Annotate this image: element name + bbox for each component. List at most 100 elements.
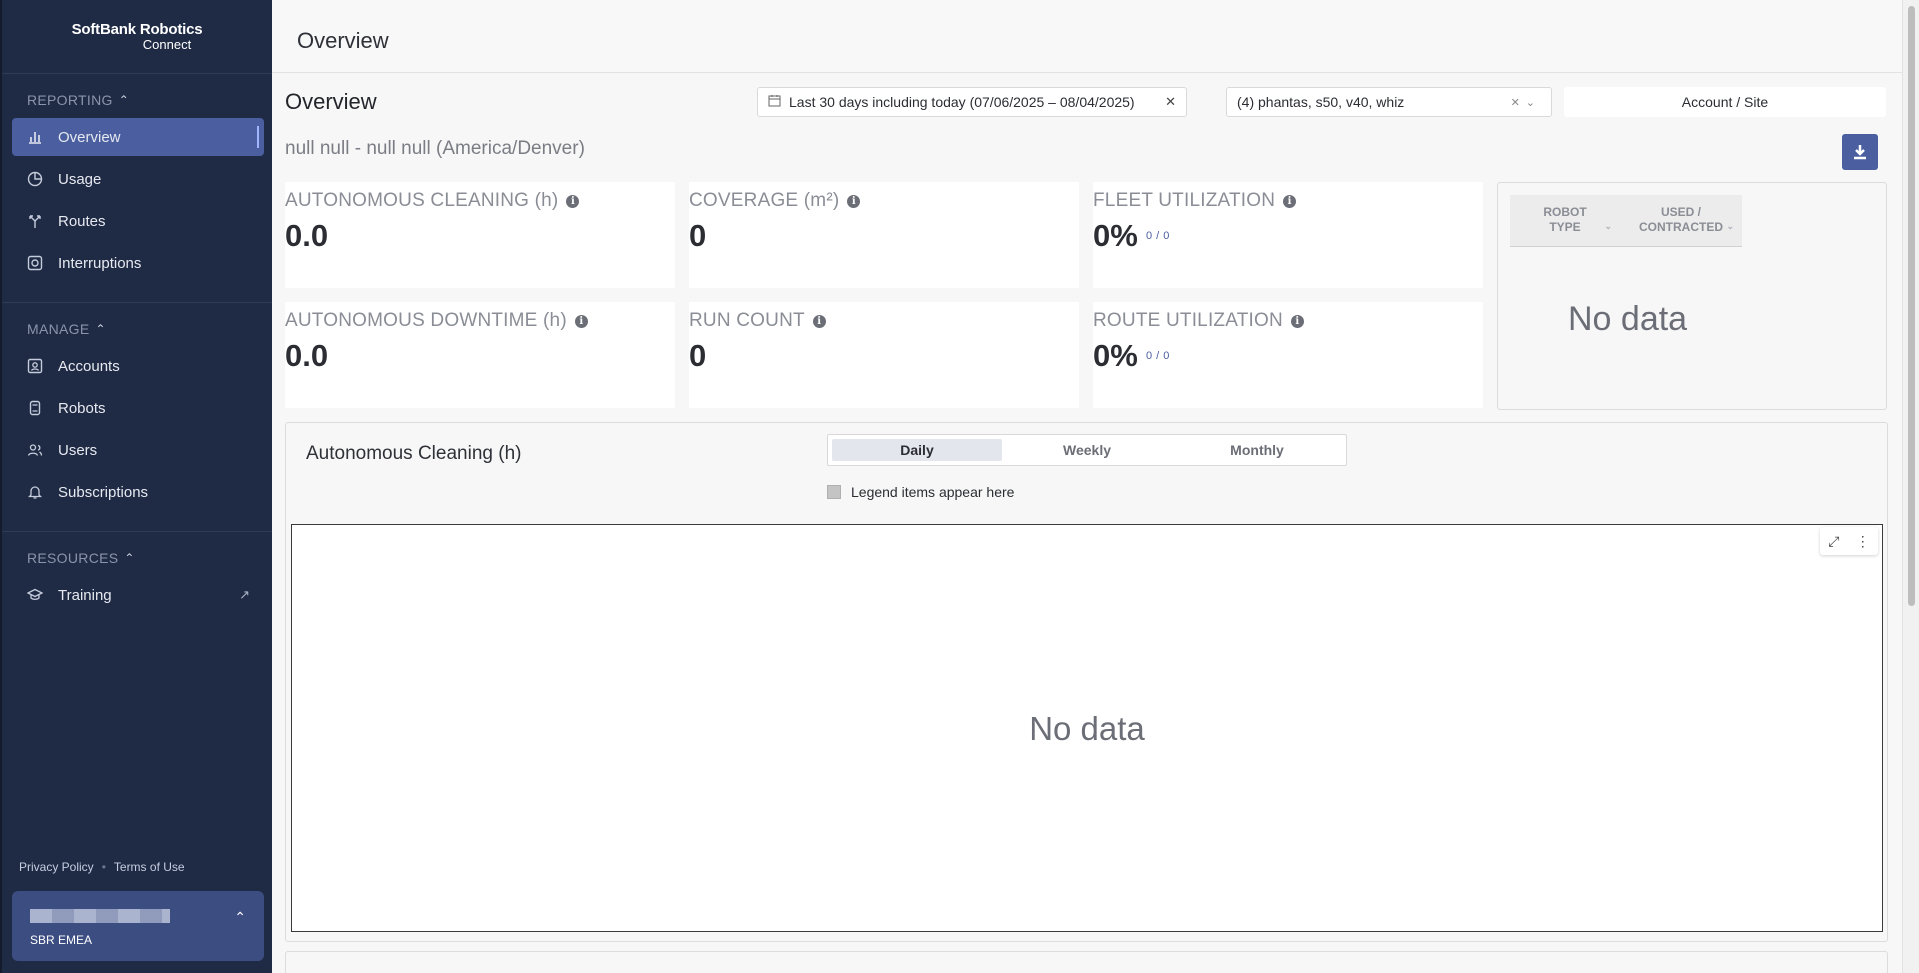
robot-contract-table: ROBOT TYPE ⌄ USED / CONTRACTED ⌄ No data [1497, 182, 1887, 410]
kpi-route-utilization: ROUTE UTILIZATION i 0% 0 / 0 [1093, 302, 1483, 408]
info-icon[interactable]: i [1290, 314, 1304, 328]
sidebar-item-users[interactable]: Users [12, 431, 264, 469]
brand-name: SoftBank Robotics [71, 21, 203, 38]
column-header-robot-type[interactable]: ROBOT TYPE ⌄ [1510, 195, 1620, 246]
section-header-reporting[interactable]: REPORTING ⌃ [27, 92, 129, 108]
download-icon [1854, 145, 1866, 160]
user-account-menu[interactable]: SBR EMEA ⌃ [12, 891, 264, 961]
route-fork-icon [26, 212, 44, 230]
separator: • [101, 860, 106, 874]
chevron-up-icon: ⌃ [95, 322, 106, 336]
kpi-value: 0% [1093, 218, 1138, 253]
empty-state: No data [1568, 300, 1688, 338]
sidebar-item-subscriptions[interactable]: Subscriptions [12, 473, 264, 511]
kpi-fleet-utilization: FLEET UTILIZATION i 0% 0 / 0 [1093, 182, 1483, 288]
more-vertical-icon[interactable]: ⋮ [1856, 533, 1870, 550]
kpi-sub-value: 0 / 0 [1146, 230, 1170, 242]
date-range-filter[interactable]: Last 30 days including today (07/06/2025… [757, 87, 1187, 117]
info-icon[interactable]: i [1283, 194, 1297, 208]
kpi-value: 0 [689, 338, 707, 373]
robot-type-filter[interactable]: (4) phantas, s50, v40, whiz ✕⌄ [1226, 87, 1552, 117]
period-toggle: Daily Weekly Monthly [827, 434, 1347, 466]
sidebar-divider [2, 302, 272, 303]
clear-and-chevron-down-icon[interactable]: ✕⌄ [1511, 96, 1541, 109]
legend-label: Legend items appear here [851, 484, 1015, 500]
account-site-filter[interactable]: Account / Site [1564, 87, 1886, 117]
tab-weekly[interactable]: Weekly [1002, 439, 1172, 461]
brand-subtitle: Connect [142, 37, 192, 52]
sidebar-item-label: Usage [58, 170, 102, 188]
kpi-run-count: RUN COUNT i 0 [689, 302, 1079, 408]
sidebar-item-label: Accounts [58, 357, 120, 375]
scrollbar-thumb[interactable] [1908, 6, 1915, 606]
page-title: Overview [285, 89, 377, 114]
kpi-value: 0% [1093, 338, 1138, 373]
bell-icon [26, 483, 44, 501]
account-icon [26, 357, 44, 375]
redacted-username [30, 909, 170, 923]
legend-swatch[interactable] [827, 485, 841, 499]
brand-logo[interactable]: SoftBank Robotics Connect [2, 22, 272, 52]
chevron-up-icon[interactable]: ⌃ [234, 909, 246, 926]
kpi-coverage: COVERAGE (m²) i 0 [689, 182, 1079, 288]
footer-links: Privacy Policy • Terms of Use [19, 860, 185, 874]
autonomous-cleaning-chart-card: Autonomous Cleaning (h) Daily Weekly Mon… [285, 422, 1888, 942]
section-header-resources[interactable]: RESOURCES ⌃ [27, 550, 135, 566]
info-icon[interactable]: i [812, 314, 826, 328]
bar-chart-icon [26, 128, 44, 146]
chevron-up-icon: ⌃ [118, 93, 130, 107]
site-timezone-subtitle: null null - null null (America/Denver) [285, 138, 585, 159]
interruption-icon [26, 254, 44, 272]
sort-icon[interactable]: ⌄ [1604, 219, 1612, 234]
robot-filter-value: (4) phantas, s50, v40, whiz [1237, 94, 1405, 110]
sort-icon[interactable]: ⌄ [1726, 219, 1734, 234]
graduation-cap-icon [26, 586, 44, 604]
sidebar-divider [2, 531, 272, 532]
chart-toolbar: ⤢ ⋮ [1820, 527, 1878, 555]
terms-of-use-link[interactable]: Terms of Use [114, 860, 185, 874]
clear-icon[interactable]: ✕ [1165, 94, 1176, 110]
privacy-policy-link[interactable]: Privacy Policy [19, 860, 94, 874]
expand-icon[interactable]: ⤢ [1828, 533, 1839, 550]
robot-icon [26, 399, 44, 417]
top-bar: Overview [272, 0, 1902, 73]
kpi-autonomous-cleaning: AUTONOMOUS CLEANING (h) i 0.0 [285, 182, 675, 288]
pie-chart-icon [26, 170, 44, 188]
info-icon[interactable]: i [574, 314, 588, 328]
sidebar-item-accounts[interactable]: Accounts [12, 347, 264, 385]
download-button[interactable] [1842, 134, 1878, 170]
kpi-value: 0.0 [285, 218, 329, 253]
sidebar-item-routes[interactable]: Routes [12, 202, 264, 240]
kpi-autonomous-downtime: AUTONOMOUS DOWNTIME (h) i 0.0 [285, 302, 675, 408]
scrollbar[interactable] [1902, 0, 1919, 973]
info-icon[interactable]: i [847, 194, 861, 208]
kpi-value: 0.0 [285, 338, 329, 373]
sidebar-item-overview[interactable]: Overview [12, 118, 264, 156]
external-link-icon: ↗ [239, 587, 250, 602]
table-header: ROBOT TYPE ⌄ USED / CONTRACTED ⌄ [1510, 195, 1742, 247]
sidebar-item-training[interactable]: Training ↗ [12, 576, 264, 614]
sidebar-item-label: Robots [58, 399, 106, 417]
sidebar-item-usage[interactable]: Usage [12, 160, 264, 198]
organization-name: SBR EMEA [30, 933, 93, 947]
tab-monthly[interactable]: Monthly [1172, 439, 1342, 461]
section-header-manage[interactable]: MANAGE ⌃ [27, 321, 106, 337]
sidebar-item-robots[interactable]: Robots [12, 389, 264, 427]
sidebar-item-label: Subscriptions [58, 483, 149, 501]
date-range-value: Last 30 days including today (07/06/2025… [789, 94, 1135, 110]
users-icon [26, 441, 44, 459]
account-filter-placeholder: Account / Site [1681, 94, 1769, 110]
chart-legend: Legend items appear here [827, 484, 1014, 500]
tab-daily[interactable]: Daily [832, 439, 1002, 461]
sidebar-divider [2, 73, 272, 74]
sidebar-item-label: Interruptions [58, 254, 142, 272]
sidebar-item-label: Routes [58, 212, 106, 230]
column-header-used-contracted[interactable]: USED / CONTRACTED ⌄ [1620, 195, 1742, 246]
calendar-icon [768, 94, 781, 110]
sidebar-item-label: Users [58, 441, 98, 459]
chart-title: Autonomous Cleaning (h) [306, 443, 522, 464]
kpi-value: 0 [689, 218, 707, 253]
chart-plot-area: ⤢ ⋮ No data [291, 524, 1883, 932]
sidebar-item-interruptions[interactable]: Interruptions [12, 244, 264, 282]
info-icon[interactable]: i [566, 194, 580, 208]
